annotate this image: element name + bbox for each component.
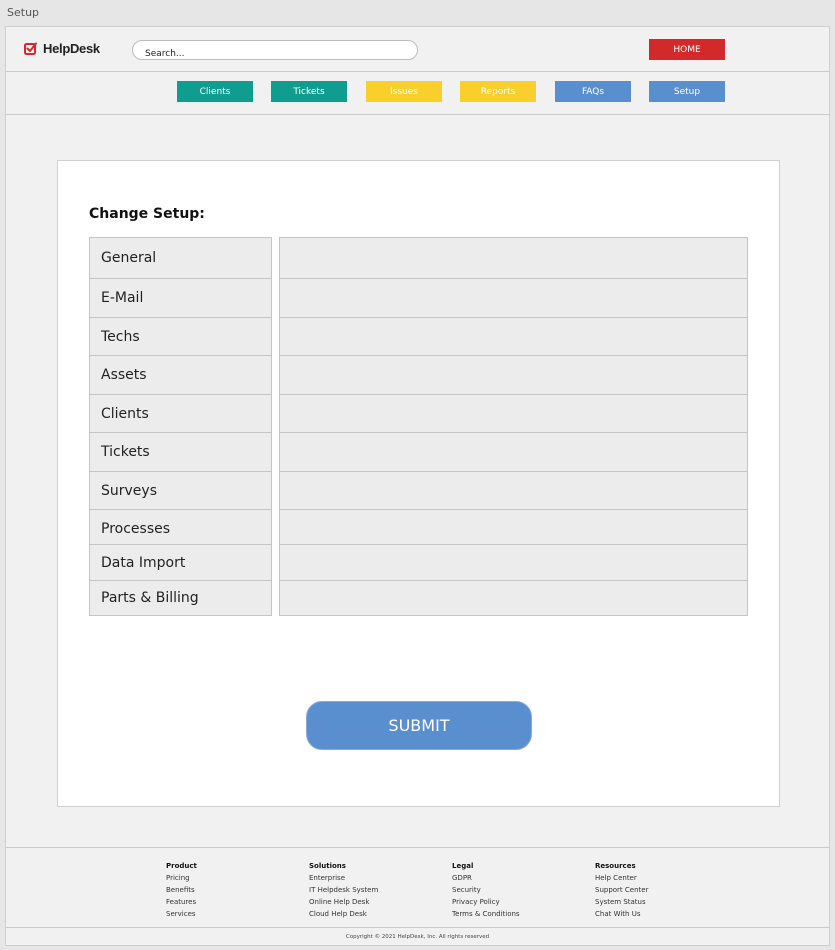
search-box[interactable] bbox=[132, 40, 418, 63]
footer-link[interactable]: Benefits bbox=[166, 884, 197, 896]
footer-column-product: Product Pricing Benefits Features Servic… bbox=[166, 860, 197, 920]
nav-reports-button[interactable]: Reports bbox=[460, 81, 536, 102]
page-title: Change Setup: bbox=[89, 206, 205, 222]
footer-link[interactable]: System Status bbox=[595, 896, 648, 908]
setup-row-label-assets[interactable]: Assets bbox=[89, 355, 272, 395]
submit-button[interactable]: SUBMIT bbox=[306, 701, 532, 750]
setup-row-label-surveys[interactable]: Surveys bbox=[89, 471, 272, 510]
nav-tickets-button[interactable]: Tickets bbox=[271, 81, 347, 102]
home-button[interactable]: HOME bbox=[649, 39, 725, 60]
window-title: Setup bbox=[7, 6, 40, 19]
footer-link[interactable]: Enterprise bbox=[309, 872, 378, 884]
footer-link[interactable]: Features bbox=[166, 896, 197, 908]
footer-link[interactable]: Privacy Policy bbox=[452, 896, 520, 908]
footer-link[interactable]: Chat With Us bbox=[595, 908, 648, 920]
setup-row-field-tickets[interactable] bbox=[279, 432, 748, 472]
nav-setup-button[interactable]: Setup bbox=[649, 81, 725, 102]
setup-row-field-assets[interactable] bbox=[279, 355, 748, 395]
setup-row-field-parts-billing[interactable] bbox=[279, 580, 748, 616]
footer-link[interactable]: IT Helpdesk System bbox=[309, 884, 378, 896]
copyright-text: Copyright © 2021 HelpDesk, Inc. All righ… bbox=[6, 927, 829, 946]
footer-link[interactable]: Online Help Desk bbox=[309, 896, 378, 908]
footer-heading: Product bbox=[166, 862, 197, 870]
nav-bar: Clients Tickets Issues Reports FAQs Setu… bbox=[6, 71, 829, 115]
setup-row-label-clients[interactable]: Clients bbox=[89, 394, 272, 433]
setup-row-field-email[interactable] bbox=[279, 278, 748, 318]
footer-column-legal: Legal GDPR Security Privacy Policy Terms… bbox=[452, 860, 520, 920]
nav-clients-button[interactable]: Clients bbox=[177, 81, 253, 102]
setup-row-field-clients[interactable] bbox=[279, 394, 748, 433]
nav-faqs-button[interactable]: FAQs bbox=[555, 81, 631, 102]
footer: Product Pricing Benefits Features Servic… bbox=[6, 847, 829, 928]
setup-row-label-general[interactable]: General bbox=[89, 237, 272, 279]
footer-link[interactable]: Support Center bbox=[595, 884, 648, 896]
setup-row-field-general[interactable] bbox=[279, 237, 748, 279]
nav-issues-button[interactable]: Issues bbox=[366, 81, 442, 102]
header: HelpDesk HOME bbox=[6, 27, 829, 72]
logo[interactable]: HelpDesk bbox=[24, 41, 100, 56]
setup-row-field-techs[interactable] bbox=[279, 317, 748, 356]
footer-link[interactable]: Security bbox=[452, 884, 520, 896]
footer-column-resources: Resources Help Center Support Center Sys… bbox=[595, 860, 648, 920]
search-input[interactable] bbox=[133, 45, 405, 63]
setup-row-label-techs[interactable]: Techs bbox=[89, 317, 272, 356]
setup-panel: Change Setup: General E-Mail Techs Asset… bbox=[57, 160, 780, 807]
setup-row-field-data-import[interactable] bbox=[279, 544, 748, 581]
footer-link[interactable]: Help Center bbox=[595, 872, 648, 884]
app-frame: HelpDesk HOME Clients Tickets Issues Rep… bbox=[5, 26, 830, 946]
check-square-icon bbox=[24, 42, 37, 55]
setup-row-label-processes[interactable]: Processes bbox=[89, 509, 272, 545]
setup-row-field-surveys[interactable] bbox=[279, 471, 748, 510]
setup-row-label-email[interactable]: E-Mail bbox=[89, 278, 272, 318]
footer-link[interactable]: Cloud Help Desk bbox=[309, 908, 378, 920]
setup-row-field-processes[interactable] bbox=[279, 509, 748, 545]
footer-column-solutions: Solutions Enterprise IT Helpdesk System … bbox=[309, 860, 378, 920]
logo-text: HelpDesk bbox=[43, 41, 100, 56]
footer-link[interactable]: GDPR bbox=[452, 872, 520, 884]
setup-row-label-tickets[interactable]: Tickets bbox=[89, 432, 272, 472]
setup-row-label-data-import[interactable]: Data Import bbox=[89, 544, 272, 581]
setup-row-label-parts-billing[interactable]: Parts & Billing bbox=[89, 580, 272, 616]
footer-heading: Solutions bbox=[309, 862, 346, 870]
footer-link[interactable]: Terms & Conditions bbox=[452, 908, 520, 920]
footer-heading: Legal bbox=[452, 862, 474, 870]
footer-heading: Resources bbox=[595, 862, 636, 870]
footer-link[interactable]: Pricing bbox=[166, 872, 197, 884]
footer-link[interactable]: Services bbox=[166, 908, 197, 920]
